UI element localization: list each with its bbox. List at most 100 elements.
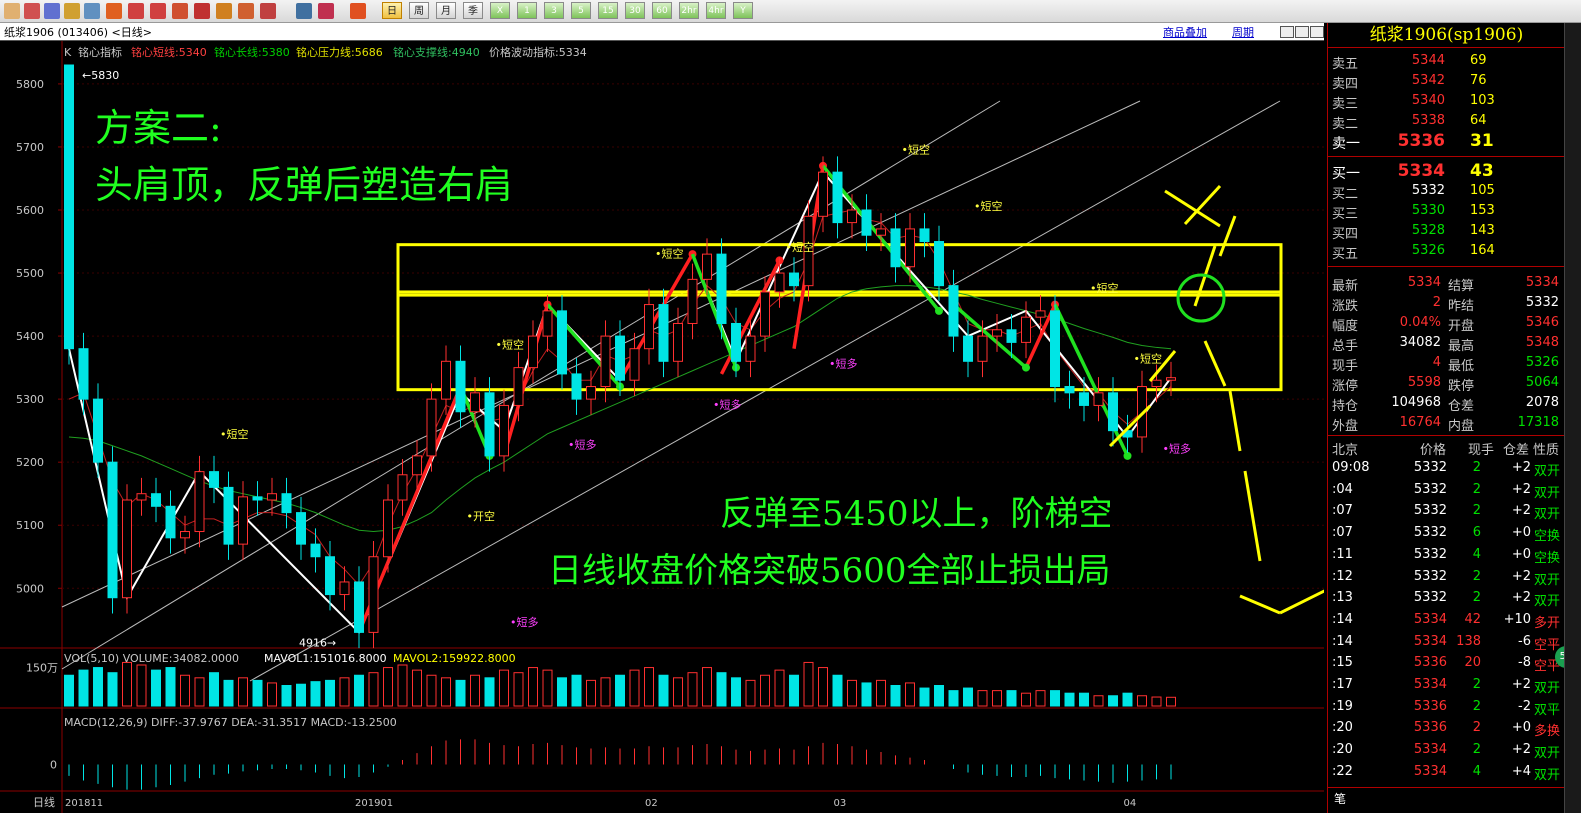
volume-bar [731,677,741,707]
window-icon[interactable] [84,3,100,19]
zoom-out-icon[interactable] [150,3,166,19]
candle-body [441,360,451,400]
ask-row[interactable]: 卖五 5344 69 [1328,51,1565,72]
tick-row[interactable]: :22 5334 4 +4 双开 [1328,762,1565,783]
tick-icon[interactable] [350,3,366,19]
news-icon[interactable] [64,3,80,19]
search-icon[interactable] [172,3,188,19]
close-icon[interactable] [1310,26,1324,38]
ask-row[interactable]: 卖四 5342 76 [1328,71,1565,92]
volume-bar [78,669,89,707]
bid-row[interactable]: 买二 5332 105 [1328,181,1565,202]
trend-icon[interactable] [318,3,334,19]
scrollbar[interactable] [1564,23,1581,813]
candle-body [426,398,437,457]
volume-bar [441,677,451,707]
tick-row[interactable]: :13 5332 2 +2 双开 [1328,588,1565,609]
bid-row[interactable]: 买三 5330 153 [1328,201,1565,222]
prev-icon[interactable] [1280,26,1294,38]
tick-nature: 多换 [1534,724,1561,740]
next-icon[interactable] [1295,26,1309,38]
vol-text: VOL(5,10) VOLUME:34082.0000 [64,652,239,665]
volume-bar [571,674,582,707]
stat-label: 总手 [1332,339,1359,354]
period-button-7[interactable]: 5 [571,2,591,19]
volume-bar [716,672,727,707]
volume-bar [310,681,321,707]
ask-label: 卖四 [1332,77,1359,92]
signal-label: •短多 [829,357,858,371]
tick-row[interactable]: :07 5332 2 +2 双开 [1328,501,1565,522]
y-tick-label: 5500 [16,267,44,280]
ask-row[interactable]: 卖二 5338 64 [1328,111,1565,132]
tick-row[interactable]: 09:08 5332 2 +2 双开 [1328,458,1565,479]
footer-label[interactable]: 笔 [1334,790,1346,807]
period-button-12[interactable]: 4hr [706,2,726,19]
period-button-4[interactable]: X [490,2,510,19]
tick-row[interactable]: :20 5336 2 +0 多换 [1328,718,1565,740]
period-button-3[interactable]: 季 [463,2,483,19]
stat-row: 现手 4 最低 5326 [1328,353,1565,374]
app-icon[interactable] [4,3,20,19]
brush-icon[interactable] [194,3,210,19]
tick-header-cell: 北京 [1332,443,1359,458]
home-icon[interactable] [24,3,40,19]
bid-row[interactable]: 买四 5328 143 [1328,221,1565,242]
draw-icon[interactable] [216,3,232,19]
tick-row[interactable]: :04 5332 2 +2 双开 [1328,480,1565,501]
zoom-in-icon[interactable] [128,3,144,19]
candle-body [832,171,843,224]
ask-price: 5336 [1397,131,1445,151]
period-button-11[interactable]: 2hr [679,2,699,19]
candle-body [339,581,350,596]
settings-icon[interactable] [238,3,254,19]
overlay-link[interactable]: 商品叠加 [1163,24,1207,40]
candle-body [470,392,480,413]
compass-icon[interactable] [106,3,122,19]
tick-row[interactable]: :15 5336 20 -8 空平 [1328,653,1565,674]
candle-body [499,404,509,457]
tick-header: 北京 价格 现手 仓差 性质 [1328,437,1565,458]
candle-body [1108,392,1118,432]
tick-row[interactable]: :19 5336 2 -2 双平 [1328,697,1565,718]
period-button-0[interactable]: 日 [382,2,402,19]
period-button-8[interactable]: 15 [598,2,618,19]
candle-body [1093,392,1104,406]
candle-body [93,398,103,463]
period-button-13[interactable]: Y [733,2,753,19]
tick-header-cell: 价格 [1420,443,1447,458]
cycle-link[interactable]: 周期 [1232,24,1254,40]
candle-body [209,471,219,488]
period-button-5[interactable]: 1 [517,2,537,19]
candle-body [542,310,553,337]
tick-row[interactable]: :17 5334 2 +2 双开 [1328,675,1565,696]
period-button-2[interactable]: 月 [436,2,456,19]
period-button-9[interactable]: 30 [625,2,645,19]
tick-row[interactable]: :07 5332 6 +0 空换 [1328,523,1565,544]
period-button-6[interactable]: 3 [544,2,564,19]
tick-price: 5332 [1413,481,1447,497]
tick-time: :15 [1332,655,1353,671]
filter-icon[interactable] [260,3,276,19]
ask-row[interactable]: 卖一 5336 31 [1328,131,1565,152]
indicator-text-1: 铭心指标 [78,45,122,59]
indicator-text-5: 铭心支撑线:4940 [393,45,480,59]
bid-row[interactable]: 买五 5326 164 [1328,241,1565,262]
volume-bar [890,685,901,707]
period-button-1[interactable]: 周 [409,2,429,19]
table-icon[interactable] [296,3,312,19]
candle-body [513,367,524,406]
candlestick-chart[interactable]: 5000 5100 5200 5300 5400 5500 5600 5700 5800 K 铭心指… [0,41,1324,813]
tick-row[interactable]: :14 5334 42 +10 多开 [1328,610,1565,631]
volume-bar [789,674,799,707]
period-button-10[interactable]: 60 [652,2,672,19]
list-icon[interactable] [44,3,60,19]
ask-row[interactable]: 卖三 5340 103 [1328,91,1565,112]
tick-row[interactable]: :14 5334 138 -6 空平 [1328,632,1565,653]
tick-row[interactable]: :12 5332 2 +2 双开 [1328,567,1565,588]
stat-label-2: 结算 [1448,279,1475,294]
tick-row[interactable]: :11 5332 4 +0 空换 [1328,545,1565,566]
tick-nature: 双开 [1534,464,1561,479]
tick-row[interactable]: :20 5334 2 +2 双开 [1328,740,1565,761]
bid-row[interactable]: 买一 5334 43 [1328,161,1565,182]
